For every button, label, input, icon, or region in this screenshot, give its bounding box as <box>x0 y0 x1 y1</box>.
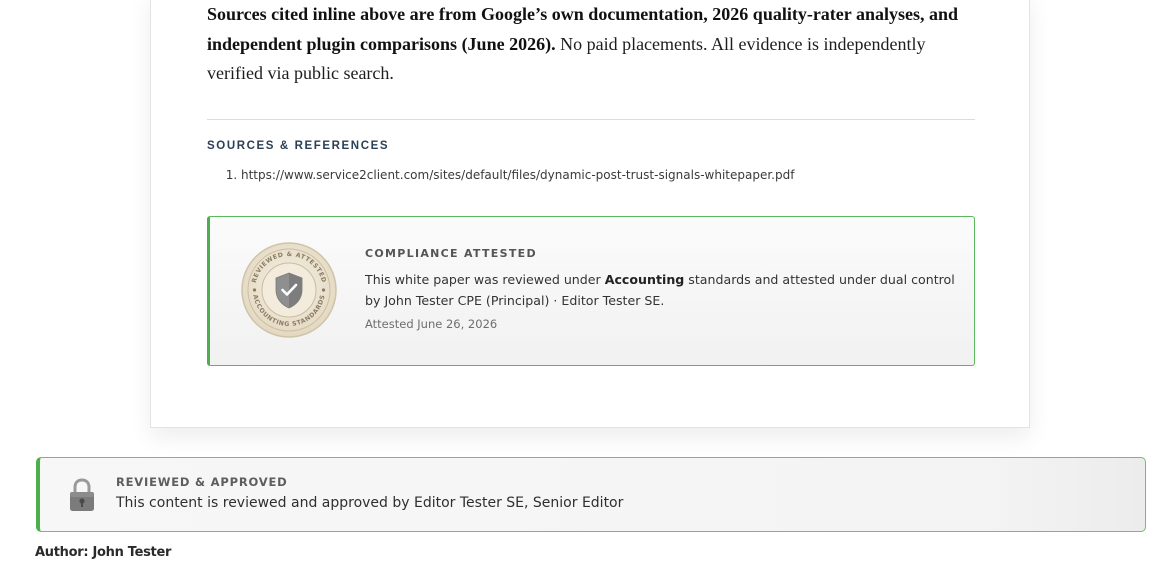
compliance-seal-icon: REVIEWED & ATTESTED ACCOUNTING STANDARDS <box>241 242 337 338</box>
compliance-body-prefix: This white paper was reviewed under <box>365 272 605 287</box>
paper-content: Sources cited inline above are from Goog… <box>207 0 975 366</box>
sources-list: https://www.service2client.com/sites/def… <box>207 168 794 182</box>
reviewed-approved-banner: REVIEWED & APPROVED This content is revi… <box>36 457 1146 532</box>
source-link[interactable]: https://www.service2client.com/sites/def… <box>241 168 794 182</box>
approved-title: REVIEWED & APPROVED <box>116 475 288 489</box>
section-divider <box>207 119 975 120</box>
sources-heading: SOURCES & REFERENCES <box>207 140 390 152</box>
approved-body: This content is reviewed and approved by… <box>116 495 624 511</box>
compliance-text: COMPLIANCE ATTESTED This white paper was… <box>365 247 955 331</box>
compliance-body: This white paper was reviewed under Acco… <box>365 269 955 311</box>
white-paper-card: Sources cited inline above are from Goog… <box>150 0 1030 428</box>
closing-note: Sources cited inline above are from Goog… <box>207 0 975 89</box>
compliance-title: COMPLIANCE ATTESTED <box>365 247 537 260</box>
compliance-standard: Accounting <box>604 272 685 287</box>
attested-date: Attested June 26, 2026 <box>365 317 498 331</box>
lock-icon <box>70 478 94 511</box>
author-byline: Author: John Tester <box>35 545 172 560</box>
compliance-attested-box: REVIEWED & ATTESTED ACCOUNTING STANDARDS… <box>207 216 975 366</box>
